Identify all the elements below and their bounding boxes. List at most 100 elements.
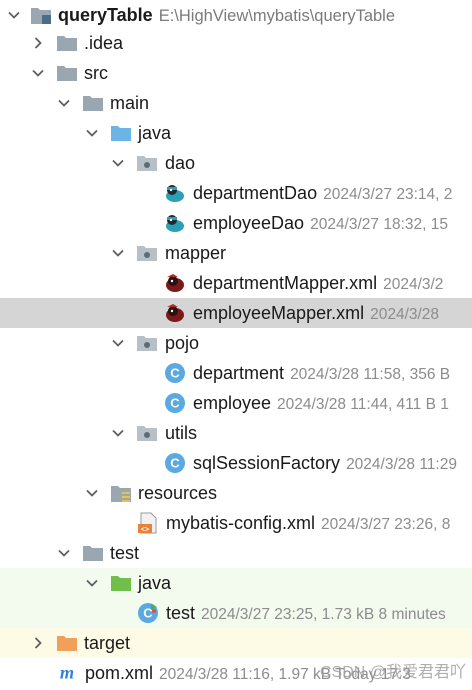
tree-row-department[interactable]: C department 2024/3/28 11:58, 356 B xyxy=(0,358,472,388)
chevron-down-icon[interactable] xyxy=(56,95,72,111)
tree-row-mybatis-config[interactable]: <> mybatis-config.xml 2024/3/27 23:26, 8 xyxy=(0,508,472,538)
tree-row-employee[interactable]: C employee 2024/3/28 11:44, 411 B 1 xyxy=(0,388,472,418)
svg-text:C: C xyxy=(170,456,180,471)
node-name: .idea xyxy=(84,33,124,53)
node-name: dao xyxy=(165,153,196,173)
node-name: target xyxy=(84,633,131,653)
tree-row-src[interactable]: src xyxy=(0,58,472,88)
project-name: queryTable xyxy=(58,5,153,25)
tree-label: departmentDao 2024/3/27 23:14, 2 xyxy=(193,178,452,208)
node-name: main xyxy=(110,93,150,113)
node-meta: 2024/3/2 xyxy=(383,276,444,293)
tree-row-mapper[interactable]: mapper xyxy=(0,238,472,268)
tree-row-main[interactable]: main xyxy=(0,88,472,118)
node-name: mapper xyxy=(165,243,227,263)
node-meta: 2024/3/27 23:26, 8 xyxy=(321,516,451,533)
tree-row-test-class[interactable]: C test 2024/3/27 23:25, 1.73 kB 8 minutes xyxy=(0,598,472,628)
node-meta: 2024/3/28 11:29 xyxy=(346,456,457,473)
chevron-down-icon[interactable] xyxy=(56,545,72,561)
tree-label: employeeDao 2024/3/27 18:32, 15 xyxy=(193,208,448,238)
source-folder-icon xyxy=(110,122,132,144)
node-name: employeeDao xyxy=(193,213,305,233)
tree-label: queryTable E:\HighView\mybatis\queryTable xyxy=(58,0,395,30)
tree-row-idea[interactable]: .idea xyxy=(0,28,472,58)
tree-row-target[interactable]: target xyxy=(0,628,472,658)
tree-label: department 2024/3/28 11:58, 356 B xyxy=(193,358,450,388)
node-name: mybatis-config.xml xyxy=(166,513,316,533)
project-module-icon xyxy=(30,4,52,26)
mybatis-bird-icon xyxy=(164,212,186,234)
chevron-down-icon[interactable] xyxy=(110,245,126,261)
class-icon: C xyxy=(164,362,186,384)
tree-row-departmentDao[interactable]: departmentDao 2024/3/27 23:14, 2 xyxy=(0,178,472,208)
package-icon xyxy=(136,422,158,444)
node-meta: 2024/3/27 23:25, 1.73 kB 8 minutes xyxy=(201,606,446,623)
test-folder-icon xyxy=(110,572,132,594)
tree-row-departmentMapper[interactable]: departmentMapper.xml 2024/3/2 xyxy=(0,268,472,298)
maven-m-icon: m xyxy=(56,662,78,684)
chevron-down-icon[interactable] xyxy=(110,335,126,351)
node-meta: 2024/3/27 23:14, 2 xyxy=(323,186,453,203)
chevron-down-icon[interactable] xyxy=(84,485,100,501)
tree-label: pojo xyxy=(165,328,199,358)
tree-label: src xyxy=(84,58,108,88)
chevron-down-icon[interactable] xyxy=(6,7,22,23)
tree-row-java-test[interactable]: java xyxy=(0,568,472,598)
tree-row-resources[interactable]: resources xyxy=(0,478,472,508)
tree-label: mapper xyxy=(165,238,226,268)
node-name: pojo xyxy=(165,333,200,353)
tree-label: test 2024/3/27 23:25, 1.73 kB 8 minutes xyxy=(166,598,446,628)
node-name: test xyxy=(166,603,196,623)
node-name: pom.xml xyxy=(85,663,154,683)
package-icon xyxy=(136,152,158,174)
tree-row-java-main[interactable]: java xyxy=(0,118,472,148)
xml-file-icon: <> xyxy=(137,512,159,534)
chevron-down-icon[interactable] xyxy=(110,425,126,441)
tree-row-test[interactable]: test xyxy=(0,538,472,568)
tree-row-dao[interactable]: dao xyxy=(0,148,472,178)
tree-row-employeeMapper[interactable]: employeeMapper.xml 2024/3/28 xyxy=(0,298,472,328)
tree-label: test xyxy=(110,538,139,568)
mybatis-bird-icon xyxy=(164,272,186,294)
node-name: java xyxy=(138,123,172,143)
project-path: E:\HighView\mybatis\queryTable xyxy=(158,7,396,25)
class-icon: C xyxy=(164,392,186,414)
svg-text:m: m xyxy=(60,663,74,683)
tree-label: employee 2024/3/28 11:44, 411 B 1 xyxy=(193,388,449,418)
test-class-icon: C xyxy=(137,602,159,624)
tree-label: java xyxy=(138,118,171,148)
project-tree: queryTable E:\HighView\mybatis\queryTable… xyxy=(0,0,472,690)
node-name: department xyxy=(193,363,285,383)
node-name: employee xyxy=(193,393,272,413)
chevron-down-icon[interactable] xyxy=(84,125,100,141)
tree-label: resources xyxy=(138,478,217,508)
chevron-down-icon[interactable] xyxy=(110,155,126,171)
svg-text:C: C xyxy=(170,396,180,411)
tree-label: utils xyxy=(165,418,197,448)
node-name: java xyxy=(138,573,172,593)
node-meta: 2024/3/28 11:58, 356 B xyxy=(290,366,451,383)
package-icon xyxy=(136,242,158,264)
csdn-watermark: CSDN @我爱君君吖 xyxy=(319,664,466,681)
tree-row-pojo[interactable]: pojo xyxy=(0,328,472,358)
resources-folder-icon xyxy=(110,482,132,504)
class-icon: C xyxy=(164,452,186,474)
tree-row-project[interactable]: queryTable E:\HighView\mybatis\queryTable xyxy=(0,0,472,30)
folder-icon xyxy=(56,32,78,54)
tree-row-employeeDao[interactable]: employeeDao 2024/3/27 18:32, 15 xyxy=(0,208,472,238)
tree-row-utils[interactable]: utils xyxy=(0,418,472,448)
node-name: test xyxy=(110,543,140,563)
folder-icon xyxy=(82,92,104,114)
tree-row-sqlSessionFactory[interactable]: C sqlSessionFactory 2024/3/28 11:29 xyxy=(0,448,472,478)
node-meta: 2024/3/28 11:44, 411 B 1 xyxy=(277,396,449,413)
tree-label: sqlSessionFactory 2024/3/28 11:29 xyxy=(193,448,457,478)
node-name: departmentMapper.xml xyxy=(193,273,378,293)
node-name: utils xyxy=(165,423,198,443)
chevron-down-icon[interactable] xyxy=(30,65,46,81)
chevron-down-icon[interactable] xyxy=(84,575,100,591)
chevron-right-icon[interactable] xyxy=(30,35,46,51)
tree-label: java xyxy=(138,568,171,598)
chevron-right-icon[interactable] xyxy=(30,635,46,651)
tree-label: target xyxy=(84,628,130,658)
node-meta: 2024/3/28 xyxy=(370,306,440,323)
